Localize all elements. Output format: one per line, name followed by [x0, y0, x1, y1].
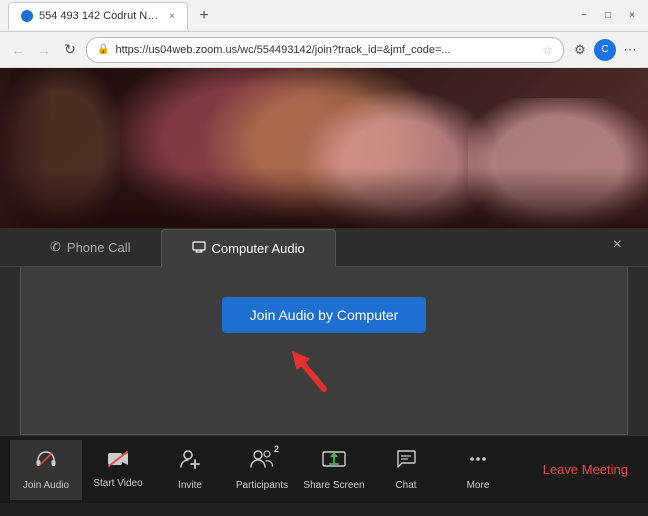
toolbar-chat[interactable]: Chat: [370, 440, 442, 500]
browser-menu-icons: ⚙ C ⋯: [570, 39, 640, 61]
invite-icon: [179, 448, 201, 476]
video-background: [0, 68, 648, 228]
address-text: https://us04web.zoom.us/wc/554493142/joi…: [115, 44, 536, 56]
browser-tab[interactable]: 554 493 142 Codrut Neagu's Zo... ×: [8, 2, 188, 30]
tab-bar: 554 493 142 Codrut Neagu's Zo... × +: [8, 0, 576, 31]
phone-icon: ✆: [50, 239, 61, 255]
computer-audio-tab[interactable]: Computer Audio: [161, 229, 336, 267]
video-dark-bottom: [0, 168, 648, 228]
join-audio-label: Join Audio: [23, 480, 69, 491]
tab-title: 554 493 142 Codrut Neagu's Zo...: [39, 10, 159, 22]
share-screen-label: Share Screen: [303, 480, 364, 491]
toolbar-join-audio[interactable]: Join Audio: [10, 440, 82, 500]
toolbar-items: Join Audio Start Video: [10, 440, 514, 500]
toolbar-participants[interactable]: 2 Participants: [226, 440, 298, 500]
tab-favicon: [21, 10, 33, 22]
zoom-dialog-area: ✆ Phone Call Computer Audio × Join Audio…: [0, 228, 648, 435]
profile-avatar[interactable]: C: [594, 39, 616, 61]
monitor-icon: [192, 241, 206, 256]
invite-label: Invite: [178, 480, 202, 491]
address-bar-row: ← → ↻ 🔒 https://us04web.zoom.us/wc/55449…: [0, 32, 648, 68]
toolbar-share-screen[interactable]: Share Screen: [298, 440, 370, 500]
back-button[interactable]: ←: [8, 42, 28, 58]
audio-tabs: ✆ Phone Call Computer Audio ×: [0, 228, 648, 267]
phone-call-tab-label: Phone Call: [67, 240, 131, 255]
dialog-close-button[interactable]: ×: [613, 236, 622, 254]
toolbar-invite[interactable]: Invite: [154, 440, 226, 500]
minimize-button[interactable]: −: [576, 10, 592, 21]
participants-label: Participants: [236, 480, 288, 491]
toolbar-more[interactable]: More: [442, 440, 514, 500]
chat-label: Chat: [395, 480, 416, 491]
join-audio-by-computer-button[interactable]: Join Audio by Computer: [222, 297, 427, 333]
window-controls: − □ ×: [576, 10, 640, 21]
start-video-label: Start Video: [93, 478, 142, 489]
extensions-icon[interactable]: ⚙: [570, 42, 590, 58]
headphone-icon: [35, 448, 57, 476]
share-screen-icon: [322, 448, 346, 476]
more-label: More: [467, 480, 490, 491]
new-tab-button[interactable]: +: [192, 4, 216, 28]
forward-button[interactable]: →: [34, 42, 54, 58]
browser-titlebar: 554 493 142 Codrut Neagu's Zo... × + − □…: [0, 0, 648, 32]
lock-icon: 🔒: [97, 44, 109, 55]
toolbar-start-video[interactable]: Start Video: [82, 440, 154, 500]
arrow-indicator: [274, 339, 374, 394]
computer-audio-tab-label: Computer Audio: [212, 241, 305, 256]
audio-content-area: Join Audio by Computer: [20, 267, 628, 435]
close-window-button[interactable]: ×: [624, 10, 640, 21]
zoom-toolbar: Join Audio Start Video: [0, 435, 648, 503]
tab-close-btn[interactable]: ×: [169, 11, 175, 22]
video-dark-left: [0, 68, 50, 228]
address-input[interactable]: 🔒 https://us04web.zoom.us/wc/554493142/j…: [86, 37, 564, 63]
browser-menu-button[interactable]: ⋯: [620, 42, 640, 58]
video-area: [0, 68, 648, 228]
phone-call-tab[interactable]: ✆ Phone Call: [20, 229, 161, 267]
camera-icon: [107, 450, 129, 474]
more-icon: [467, 448, 489, 476]
bookmark-icon[interactable]: ☆: [542, 43, 553, 57]
maximize-button[interactable]: □: [600, 10, 616, 21]
refresh-button[interactable]: ↻: [60, 41, 80, 58]
leave-meeting-button[interactable]: Leave Meeting: [533, 462, 638, 477]
participants-icon: 2: [249, 448, 275, 476]
participants-badge: 2: [274, 444, 279, 454]
chat-icon: [395, 448, 417, 476]
